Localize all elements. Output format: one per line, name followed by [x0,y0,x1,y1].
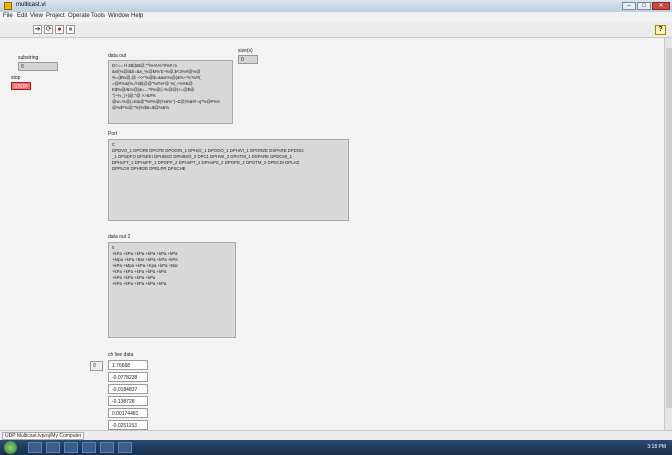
array-index-control[interactable]: 0 [90,361,103,371]
vertical-scrollbar[interactable] [664,38,672,430]
app-icon [4,2,12,10]
taskbar-app-browser[interactable] [46,442,60,453]
size-indicator: 0 [238,55,258,64]
menu-project[interactable]: Project [46,13,65,19]
data-out-2-indicator: 0 +kPa +kPa +kPa +kPa +kPa +kPa +Mpa +kP… [108,242,236,338]
port-indicator: C DPDVO_1 DPOR0 DPOTE DPOGIN_1 DPHIG_1 D… [108,139,349,221]
menu-window[interactable]: Window [108,13,129,19]
stop-button[interactable]: STOP [11,82,31,90]
list-item: -0.0778238 [108,372,148,382]
list-item: -0.0251153 [108,420,148,430]
data-out-2-line: +kPa +kPa +kPa +kPa +kPa [112,281,167,286]
taskbar-app-window[interactable] [118,442,132,453]
taskbar-app-explorer[interactable] [28,442,42,453]
list-item: 1.76668 [108,360,148,370]
clock[interactable]: 3:18 PM [647,444,666,450]
project-status[interactable]: UDP Multicast.lvproj/My Computer [2,432,85,440]
run-continuously-icon[interactable]: ⟳ [44,25,53,34]
toolbar: ➔ ⟳ ● ⏸ ? [0,22,672,38]
list-item: -0.0184837 [108,384,148,394]
substring-label: substring [18,55,39,61]
data-out-label: data out [108,53,127,59]
port-label: Port [108,131,118,137]
menu-operate[interactable]: Operate [68,13,90,19]
minimize-button[interactable]: – [622,2,636,10]
front-panel [0,38,664,430]
list-item: 0.00174481 [108,408,148,418]
port-line: DPPLOX DPHR2E DPELPR DPSCHE [112,166,186,171]
menu-tools[interactable]: Tools [91,13,105,19]
scrollbar-thumb[interactable] [666,48,672,408]
data-out-indicator: D<== H 3B(5B@,"^l%%%^#%# m &s/(%@/&h=&e_… [108,60,233,124]
help-icon[interactable]: ? [655,25,666,35]
list-item: -0.138728 [108,396,148,406]
stop-label: stop [11,75,21,81]
size-label: size(s) [238,48,253,54]
menu-edit[interactable]: Edit [17,13,27,19]
close-button[interactable]: ✕ [652,2,670,10]
menu-file[interactable]: File [3,13,13,19]
menu-help[interactable]: Help [131,13,143,19]
data-out-2-label: data out 2 [108,234,131,240]
data-out-line: @%$*%@:"%(%$&=$@%&% [112,105,170,110]
window-title: multicast.vi [16,2,46,8]
taskbar-app-media[interactable] [64,442,78,453]
ch-live-data-label: ch live data [108,352,134,358]
substring-indicator: 0 [18,62,58,71]
menu-view[interactable]: View [30,13,43,19]
run-arrow-icon[interactable]: ➔ [33,25,42,34]
windows-taskbar: 3:18 PM [0,440,672,455]
start-button[interactable] [4,441,17,454]
taskbar-app-other[interactable] [100,442,114,453]
maximize-button[interactable]: □ [637,2,651,10]
abort-icon[interactable]: ● [55,25,64,34]
taskbar-app-labview[interactable] [82,442,96,453]
pause-icon[interactable]: ⏸ [66,25,75,34]
